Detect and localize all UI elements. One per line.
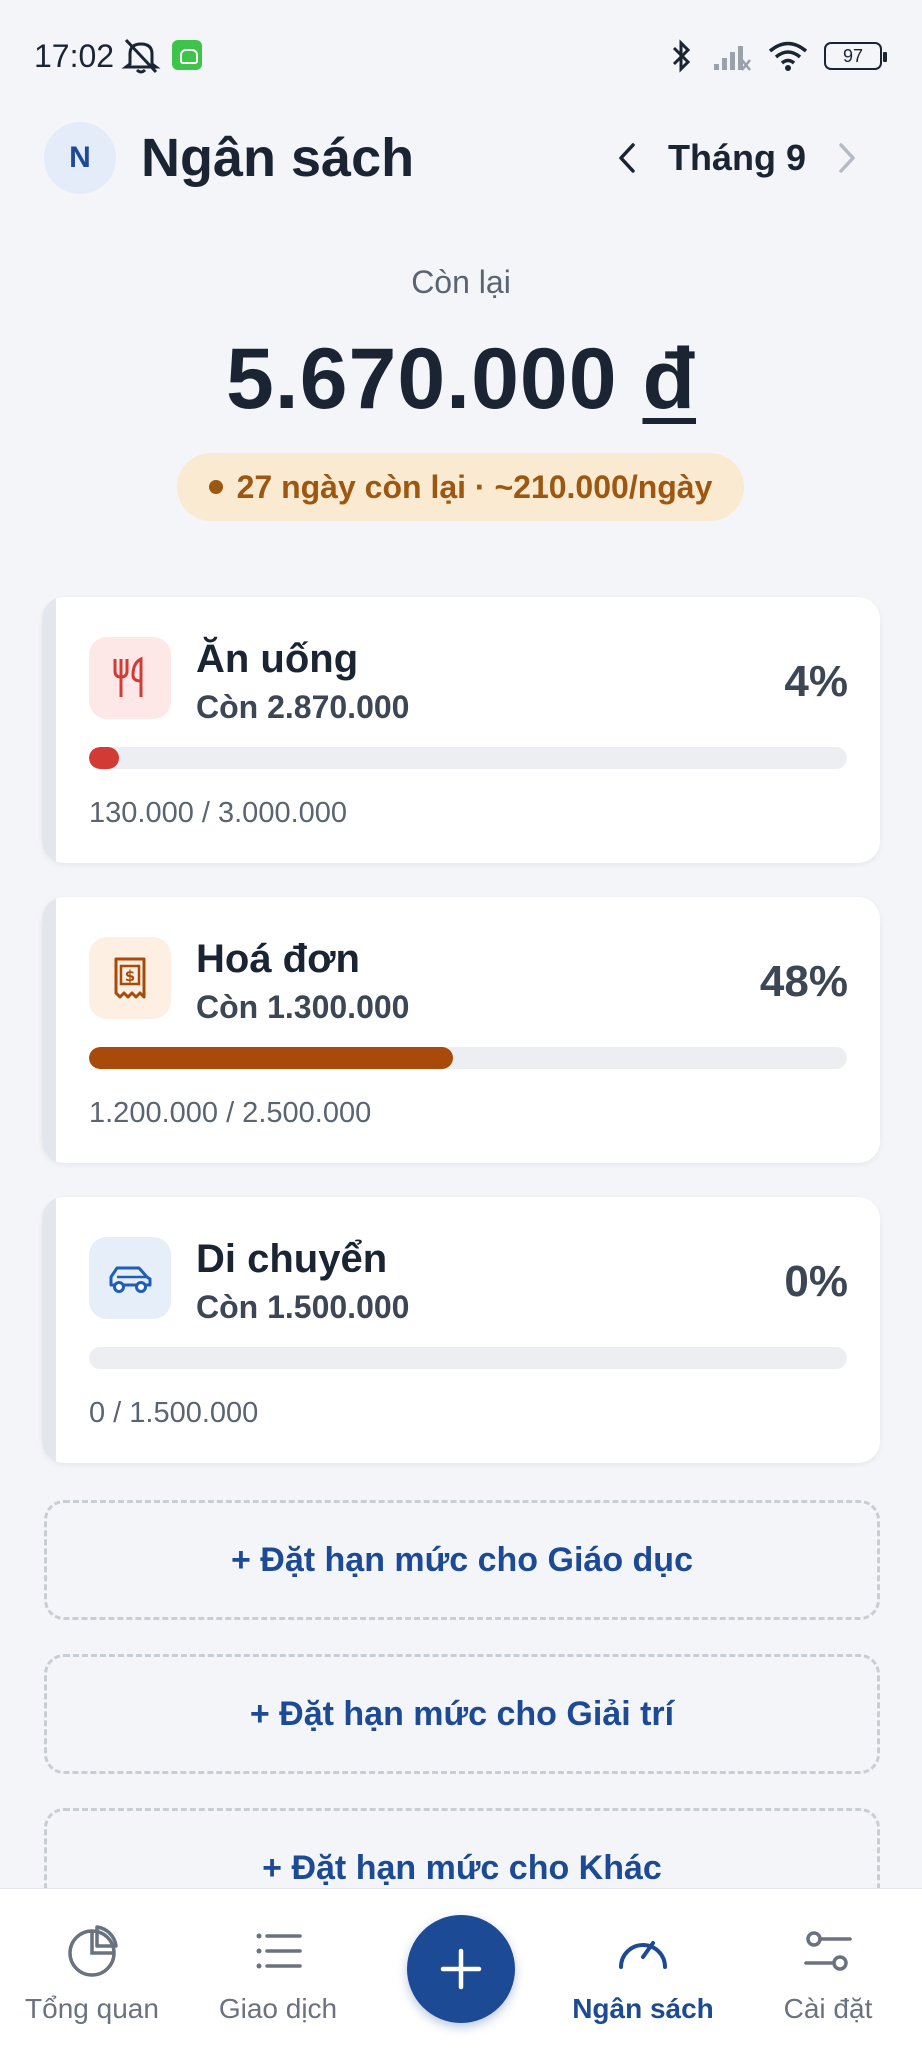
page-title: Ngân sách bbox=[141, 128, 415, 188]
signal-icon bbox=[714, 46, 751, 71]
progress-track bbox=[89, 1347, 847, 1369]
nav-label: Ngân sách bbox=[572, 1993, 714, 2024]
category-percent: 48% bbox=[759, 957, 848, 1006]
category-name: Hoá đơn bbox=[196, 937, 360, 981]
category-spent: 130.000 / 3.000.000 bbox=[89, 797, 348, 829]
budget-card-transport[interactable]: Di chuyển Còn 1.500.000 0% 0 / 1.500.000 bbox=[42, 1197, 880, 1463]
notification-app-icon bbox=[172, 40, 202, 70]
progress-fill bbox=[89, 1047, 453, 1069]
nav-label: Cài đặt bbox=[783, 1993, 873, 2024]
nav-budget[interactable]: Ngân sách bbox=[548, 1923, 738, 2025]
days-remaining-badge: 27 ngày còn lại · ~210.000/ngày bbox=[177, 453, 744, 521]
category-percent: 4% bbox=[784, 657, 848, 706]
bluetooth-icon bbox=[672, 39, 691, 73]
status-dot bbox=[208, 480, 223, 494]
category-spent: 0 / 1.500.000 bbox=[89, 1397, 259, 1429]
receipt-icon: $ bbox=[114, 957, 146, 999]
progress-track bbox=[89, 747, 847, 769]
days-remaining-text: 27 ngày còn lại · ~210.000/ngày bbox=[236, 468, 713, 505]
fork-knife-icon bbox=[113, 656, 143, 697]
budget-card-food[interactable]: Ăn uống Còn 2.870.000 4% 130.000 / 3.000… bbox=[42, 597, 880, 863]
category-icon-box bbox=[89, 1237, 171, 1319]
add-transaction-button[interactable] bbox=[407, 1915, 515, 2023]
progress-fill bbox=[89, 747, 120, 769]
battery-level: 97 bbox=[842, 45, 864, 66]
remaining-amount: 5.670.000 đ bbox=[0, 330, 922, 429]
category-name: Ăn uống bbox=[196, 637, 359, 681]
month-label: Tháng 9 bbox=[667, 137, 806, 178]
plus-icon bbox=[440, 1948, 482, 1990]
progress-track bbox=[89, 1047, 847, 1069]
svg-text:$: $ bbox=[125, 967, 135, 985]
category-name: Di chuyển bbox=[196, 1237, 388, 1281]
wifi-icon bbox=[768, 41, 808, 71]
remaining-label: Còn lại bbox=[411, 264, 511, 300]
remaining-amount-value: 5.670.000 bbox=[225, 331, 618, 427]
bell-muted-icon bbox=[121, 38, 161, 74]
category-remaining: Còn 1.300.000 bbox=[196, 989, 410, 1025]
avatar-initial: N bbox=[69, 141, 91, 174]
avatar[interactable]: N bbox=[44, 122, 116, 194]
chevron-right-icon bbox=[839, 143, 855, 173]
add-limit-education-button[interactable]: + Đặt hạn mức cho Giáo dục bbox=[44, 1500, 880, 1620]
status-bar: 17:02 97 bbox=[0, 0, 922, 110]
nav-label: Giao dịch bbox=[218, 1993, 338, 2024]
category-spent: 1.200.000 / 2.500.000 bbox=[89, 1097, 372, 1129]
list-icon bbox=[256, 1933, 302, 1969]
category-remaining: Còn 2.870.000 bbox=[196, 689, 410, 725]
battery-indicator: 97 bbox=[824, 42, 887, 70]
next-month-button[interactable] bbox=[832, 136, 862, 180]
nav-transactions[interactable]: Giao dịch bbox=[183, 1923, 373, 2025]
category-remaining: Còn 1.500.000 bbox=[196, 1289, 410, 1325]
nav-overview[interactable]: Tổng quan bbox=[0, 1923, 187, 2025]
category-percent: 0% bbox=[784, 1257, 848, 1306]
chevron-left-icon bbox=[619, 143, 635, 173]
nav-label: Tổng quan bbox=[25, 1993, 159, 2024]
gauge-icon bbox=[619, 1941, 667, 1969]
budget-card-bills[interactable]: $ Hoá đơn Còn 1.300.000 48% 1.200.000 / … bbox=[42, 897, 880, 1163]
add-limit-entertainment-button[interactable]: + Đặt hạn mức cho Giải trí bbox=[44, 1654, 880, 1774]
bottom-navigation: Tổng quan Giao dịch Ngân sách Cài đặt bbox=[0, 1888, 922, 2048]
status-time: 17:02 bbox=[34, 38, 115, 74]
category-icon-box bbox=[89, 637, 171, 719]
car-icon bbox=[109, 1266, 152, 1293]
month-selector: Tháng 9 bbox=[612, 128, 862, 188]
pie-chart-icon bbox=[68, 1925, 118, 1977]
nav-settings[interactable]: Cài đặt bbox=[733, 1923, 922, 2025]
currency-symbol: đ bbox=[642, 331, 697, 427]
settings-sliders-icon bbox=[804, 1931, 852, 1971]
category-icon-box: $ bbox=[89, 937, 171, 1019]
previous-month-button[interactable] bbox=[612, 136, 642, 180]
